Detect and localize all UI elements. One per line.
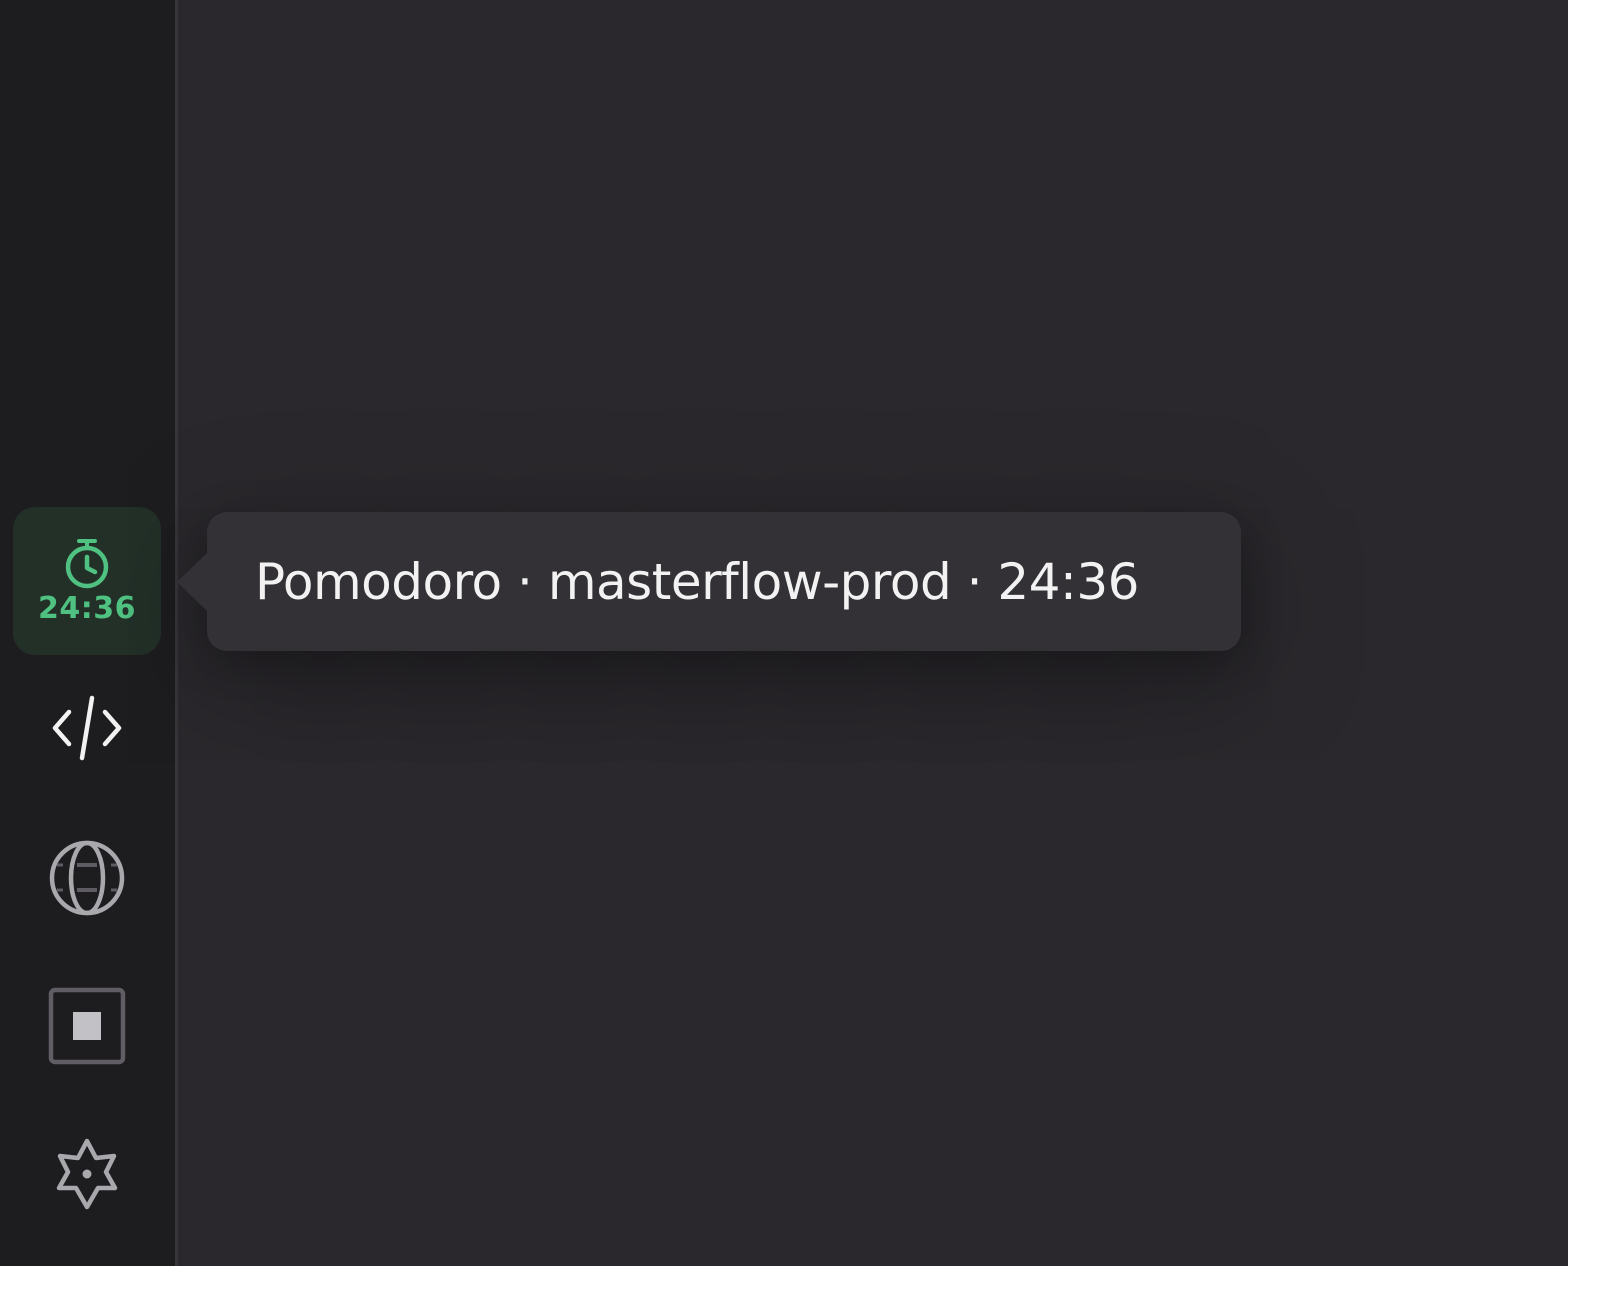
pomodoro-timer-button[interactable]: 24:36 <box>13 507 161 655</box>
code-icon <box>52 695 122 761</box>
stopwatch-icon <box>65 539 109 589</box>
globe-icon <box>49 840 125 916</box>
timer-countdown: 24:36 <box>38 591 136 626</box>
gear-icon <box>56 1138 118 1210</box>
stop-button[interactable] <box>27 976 147 1076</box>
code-button[interactable] <box>27 678 147 778</box>
activity-rail: 24:36 <box>0 0 178 1266</box>
timer-tooltip: Pomodoro · masterflow-prod · 24:36 <box>177 512 1241 651</box>
app-window: 24:36 Pomodoro · masterflow-prod · 24:36 <box>0 0 1568 1266</box>
stop-icon <box>48 987 126 1065</box>
browser-button[interactable] <box>27 828 147 928</box>
tooltip-text: Pomodoro · masterflow-prod · 24:36 <box>255 552 1139 611</box>
settings-button[interactable] <box>27 1124 147 1224</box>
